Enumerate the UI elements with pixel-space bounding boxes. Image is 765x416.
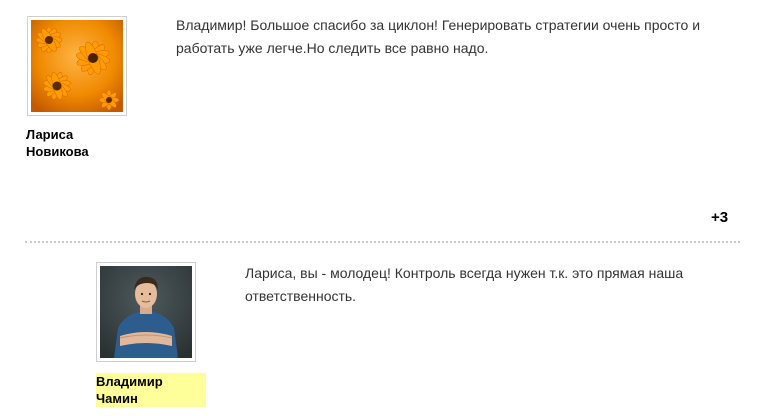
comment-author[interactable]: Владимир Чамин: [96, 373, 206, 407]
author-first-name[interactable]: Владимир: [96, 373, 206, 390]
avatar[interactable]: [96, 262, 196, 362]
author-last-name[interactable]: Чамин: [96, 390, 206, 407]
author-last-name[interactable]: Новикова: [26, 143, 116, 160]
comment-author[interactable]: Лариса Новикова: [26, 126, 116, 160]
comment-text: Владимир! Большое спасибо за циклон! Ген…: [176, 17, 701, 56]
comment-rating: +3: [711, 209, 729, 226]
comment-divider: [25, 241, 740, 243]
avatar[interactable]: [27, 16, 127, 116]
orange-flowers-photo-icon: [31, 20, 123, 112]
comment-text: Лариса, вы - молодец! Контроль всегда ну…: [245, 265, 684, 304]
man-portrait-photo-icon: [100, 266, 192, 358]
author-first-name[interactable]: Лариса: [26, 126, 116, 143]
